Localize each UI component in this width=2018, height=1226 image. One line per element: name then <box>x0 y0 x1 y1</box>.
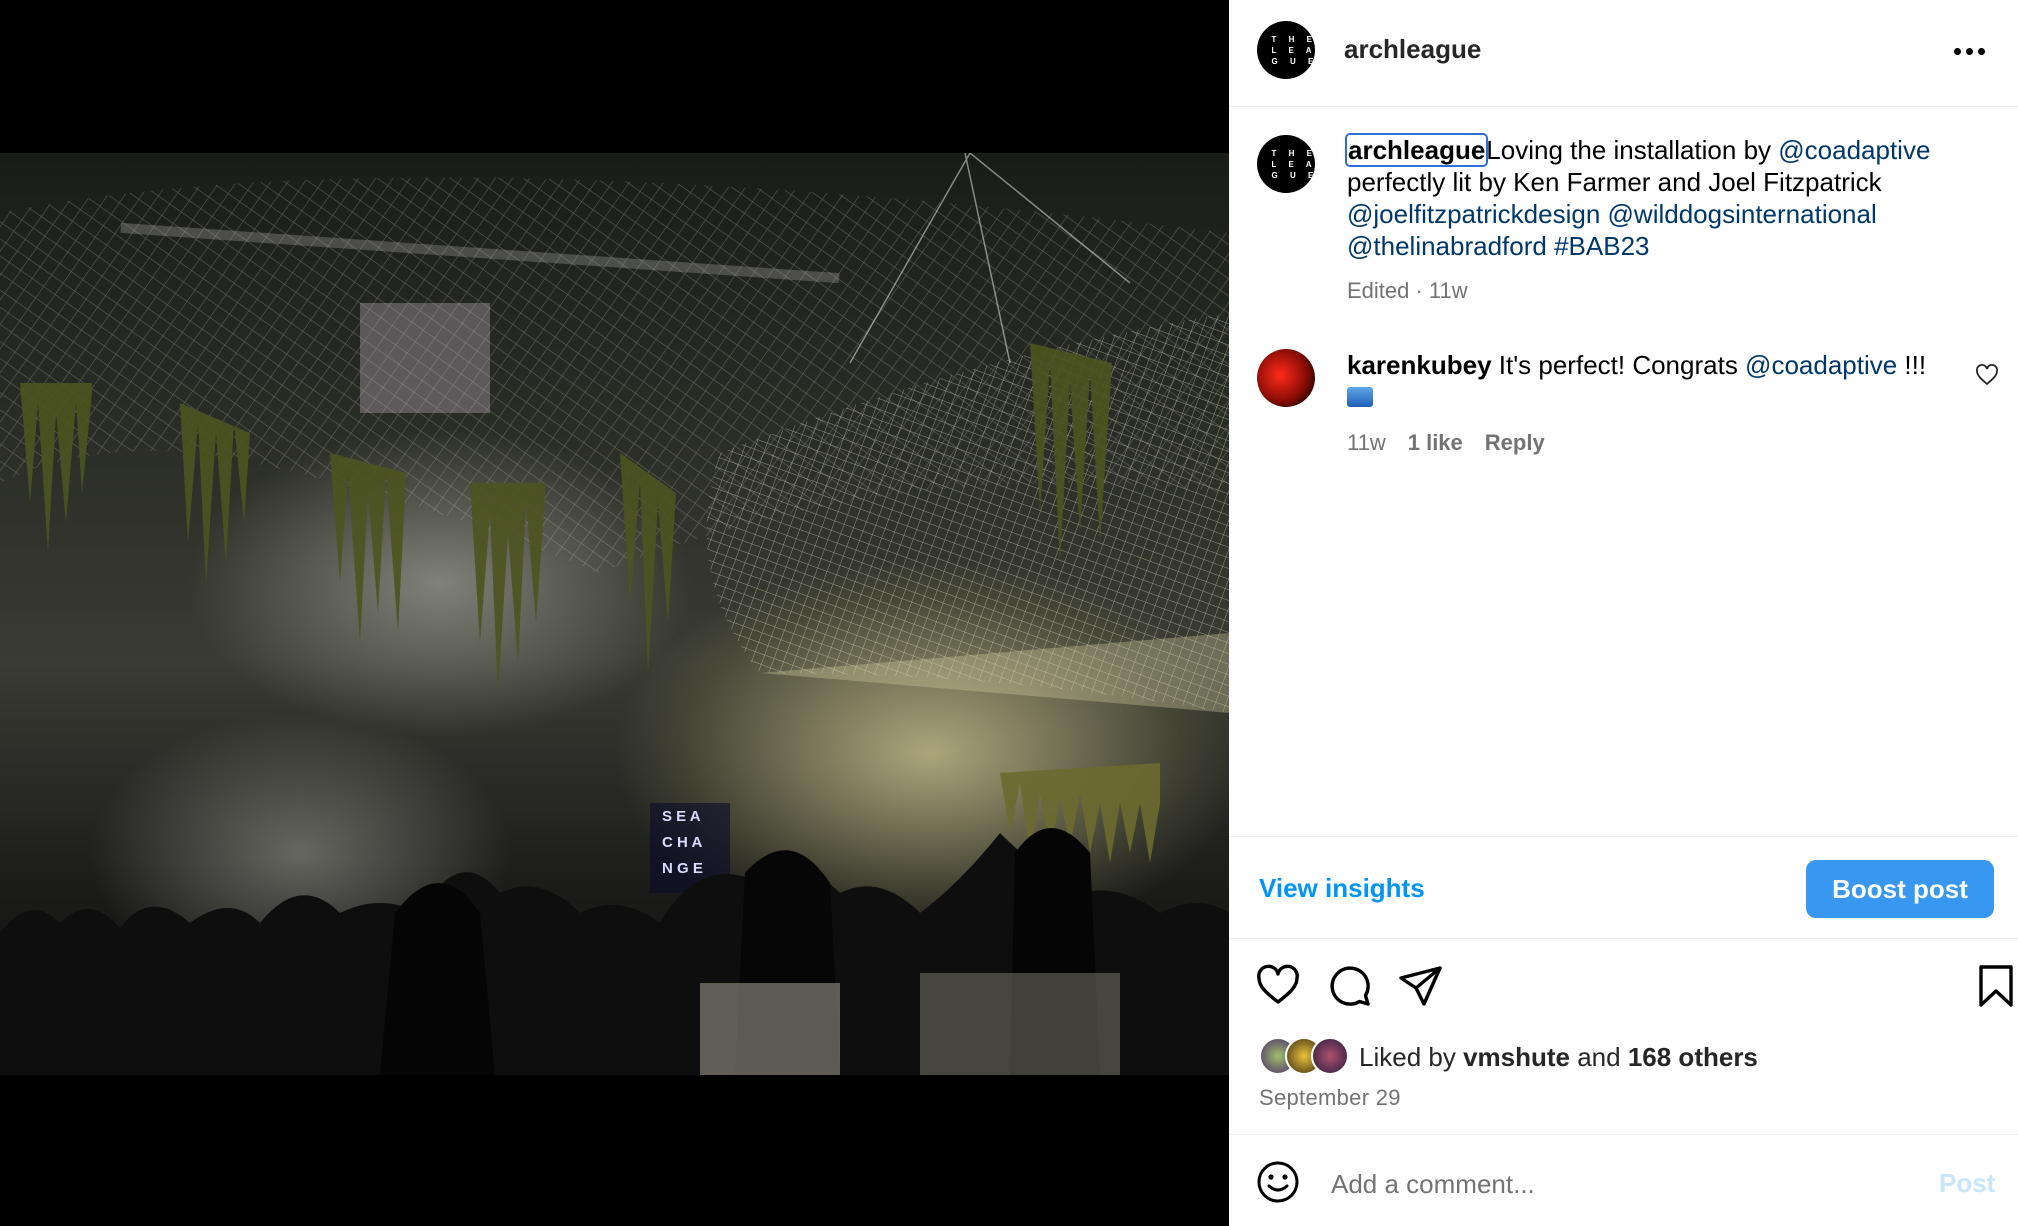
comment-meta: 11w 1 like Reply <box>1347 430 1567 456</box>
comment: karenkubey It's perfect! Congrats @coada… <box>1347 349 1957 414</box>
comment-heart-icon[interactable] <box>1975 363 1999 387</box>
post-date[interactable]: September 29 <box>1259 1085 1401 1111</box>
divider <box>1229 106 2018 107</box>
post-media: S E A C H A N G E <box>0 0 1229 1226</box>
photo-artwork: S E A C H A N G E <box>0 153 1229 1075</box>
post-comment-button[interactable]: Post <box>1939 1168 1995 1199</box>
caption: archleagueLoving the installation by @co… <box>1344 133 1967 262</box>
emoji-icon[interactable] <box>1255 1159 1301 1205</box>
caption-avatar[interactable]: T H E L E A G U E <box>1257 135 1315 193</box>
header-avatar[interactable]: T H E L E A G U E <box>1257 21 1315 79</box>
comment-likes[interactable]: 1 like <box>1408 430 1463 456</box>
liked-by: Liked by vmshute and 168 others <box>1359 1042 1758 1073</box>
liked-by-prefix: Liked by <box>1359 1042 1464 1072</box>
divider <box>1229 836 2018 837</box>
comment-icon[interactable] <box>1326 962 1374 1010</box>
comment-time[interactable]: 11w <box>1347 430 1386 456</box>
avatar-logo-text: T H E L E A G U E <box>1271 34 1319 66</box>
liked-by-middle: and <box>1570 1042 1628 1072</box>
caption-hashtag[interactable]: #BAB23 <box>1554 231 1649 261</box>
share-icon[interactable] <box>1397 962 1445 1010</box>
caption-mention[interactable]: @coadaptive <box>1778 135 1930 165</box>
divider <box>1229 1134 2018 1135</box>
avatar-logo-text: T H E L E A G U E <box>1271 148 1319 180</box>
liked-by-avatars[interactable] <box>1259 1037 1351 1075</box>
boost-post-button[interactable]: Boost post <box>1806 860 1994 918</box>
caption-text: perfectly lit by Ken Farmer and Joel Fit… <box>1347 167 1882 197</box>
caption-username[interactable]: archleague <box>1344 133 1489 167</box>
liked-by-others[interactable]: 168 others <box>1628 1042 1758 1072</box>
add-comment-input[interactable] <box>1329 1165 1873 1203</box>
caption-meta: Edited · 11w <box>1347 278 1468 303</box>
comment-text: !!! <box>1897 350 1927 380</box>
heart-icon[interactable] <box>1254 962 1302 1010</box>
bookmark-icon[interactable] <box>1972 962 2018 1010</box>
comment-text: It's perfect! Congrats <box>1491 350 1746 380</box>
caption-text: Loving the installation by <box>1486 135 1779 165</box>
caption-mention[interactable]: @thelinabradford <box>1347 231 1547 261</box>
svg-text:N G E: N G E <box>662 860 703 877</box>
header-username[interactable]: archleague <box>1344 34 1481 65</box>
svg-text:S E A: S E A <box>662 808 701 825</box>
caption-mention[interactable]: @joelfitzpatrickdesign <box>1347 199 1600 229</box>
divider <box>1229 938 2018 939</box>
more-horizontal-icon[interactable] <box>1954 48 1988 56</box>
comment-mention[interactable]: @coadaptive <box>1745 350 1897 380</box>
view-insights-link[interactable]: View insights <box>1259 873 1425 904</box>
liked-by-user[interactable]: vmshute <box>1463 1042 1570 1072</box>
comment-username[interactable]: karenkubey <box>1347 350 1492 380</box>
post-photo[interactable]: S E A C H A N G E <box>0 153 1229 1075</box>
comment-reply-button[interactable]: Reply <box>1485 430 1545 456</box>
svg-text:C H A: C H A <box>662 834 702 851</box>
comment-avatar[interactable] <box>1257 349 1315 407</box>
post-details-panel: T H E L E A G U E archleague T H E L E A… <box>1229 0 2018 1226</box>
caption-mention[interactable]: @wilddogsinternational <box>1608 199 1877 229</box>
wave-emoji-icon <box>1347 387 1373 407</box>
